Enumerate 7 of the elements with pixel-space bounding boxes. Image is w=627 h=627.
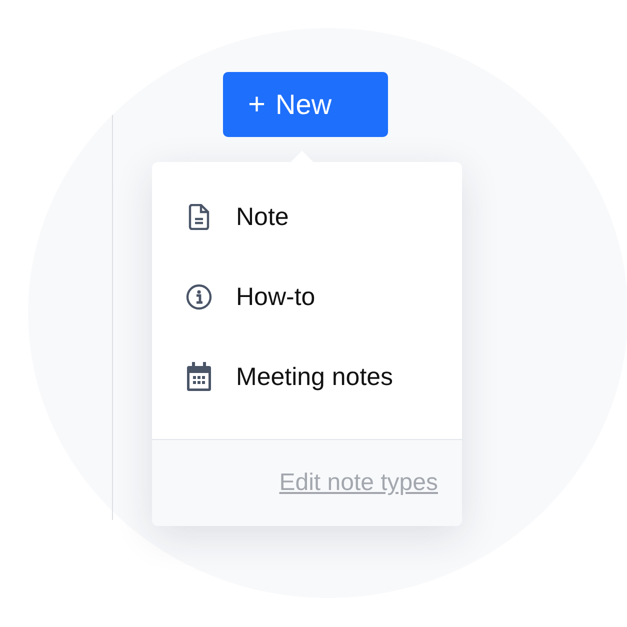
info-icon (186, 284, 212, 310)
calendar-icon (186, 362, 212, 392)
document-icon (188, 204, 210, 230)
menu-item[interactable]: How-to (152, 257, 462, 337)
new-button[interactable]: + New (223, 72, 388, 137)
menu-item[interactable]: Note (152, 177, 462, 257)
menu-item[interactable]: Meeting notes (152, 337, 462, 417)
